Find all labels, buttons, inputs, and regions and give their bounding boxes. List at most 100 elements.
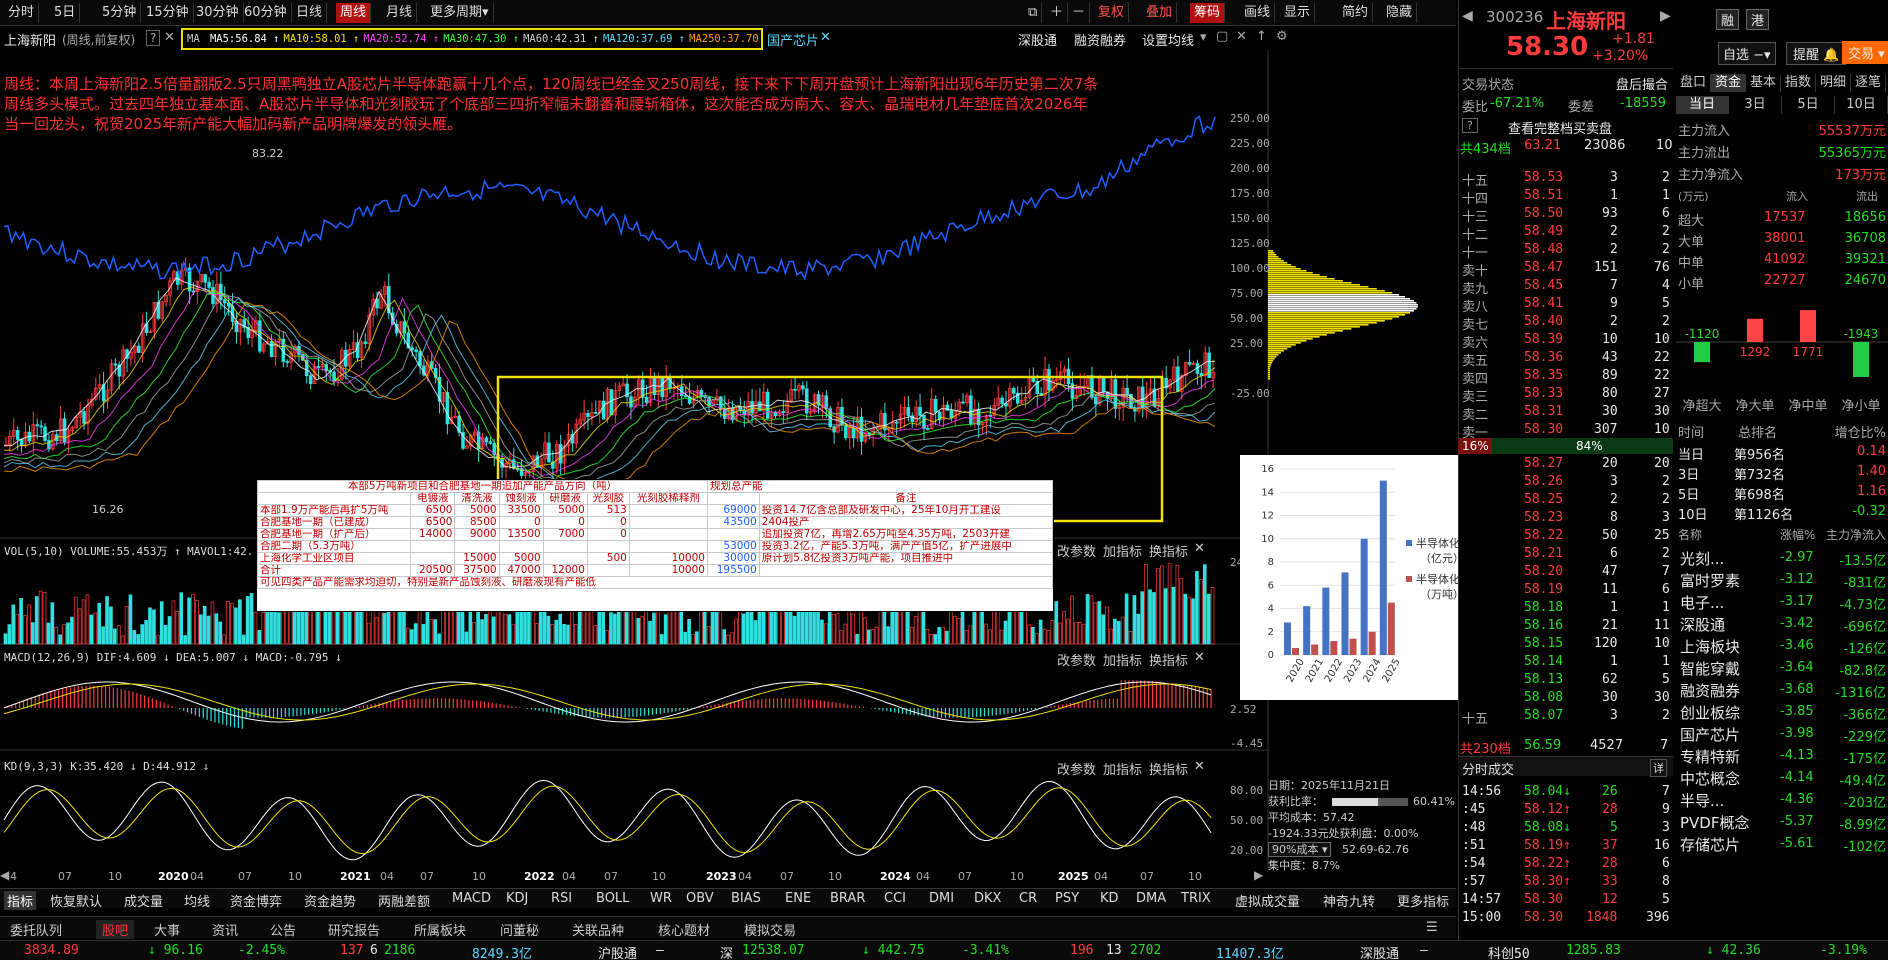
fuquan-button[interactable]: 复权 (1094, 3, 1130, 23)
info-tab[interactable]: 资讯 (212, 920, 238, 939)
sector-row[interactable]: 上海板块 -3.46 -126亿 (1676, 634, 1888, 657)
orderbook-row[interactable]: 卖六 58.39 10 10 (1458, 332, 1673, 351)
info-tab[interactable]: 委托队列 (10, 920, 62, 939)
orderbook-row[interactable]: 58.27 20 20 (1458, 456, 1673, 474)
indicator-tab[interactable]: 成交量 (124, 891, 163, 910)
orderbook-row[interactable]: 58.21 6 2 (1458, 546, 1673, 564)
ma-settings-button[interactable]: 设置均线 (1142, 30, 1194, 49)
indicator-tab[interactable]: BRAR (830, 891, 865, 906)
indicator-tab[interactable]: DKX (974, 891, 1001, 906)
kline-chart[interactable]: 83.22 16.26 (0, 50, 1456, 888)
indicator-tab[interactable]: OBV (686, 891, 714, 906)
indicator-tab[interactable]: KDJ (506, 891, 528, 906)
sector-row[interactable]: 富时罗素 -3.12 -831亿 (1676, 568, 1888, 591)
orderbook-row[interactable]: 卖二 58.31 30 30 (1458, 404, 1673, 423)
sector-row[interactable]: 存储芯片 -5.61 -102亿 (1676, 832, 1888, 855)
sector-row[interactable]: PVDF概念 -5.37 -8.99亿 (1676, 810, 1888, 833)
kd-switch-indicator[interactable]: 换指标 (1149, 759, 1188, 778)
info-tab[interactable]: 大事 (154, 920, 180, 939)
flow-tab[interactable]: 盘口 (1676, 74, 1711, 92)
indicator-tab[interactable]: KD (1100, 891, 1119, 906)
indicator-tab[interactable]: 虚拟成交量 (1235, 891, 1300, 910)
indicator-tab[interactable]: 指标 (4, 891, 37, 910)
indicator-tab[interactable]: WR (650, 891, 672, 906)
hk-connect-button[interactable]: 深股通 (1018, 30, 1057, 49)
macd-switch-indicator[interactable]: 换指标 (1149, 650, 1188, 669)
tag-chip[interactable]: 国产芯片 (767, 30, 819, 49)
orderbook-row[interactable]: 卖四 58.35 89 22 (1458, 368, 1673, 387)
display-button[interactable]: 显示 (1280, 3, 1316, 23)
sector-row[interactable]: 专精特新 -4.13 -175亿 (1676, 744, 1888, 767)
next-stock-icon[interactable]: ▶ (1660, 8, 1671, 24)
overlay-button[interactable]: 叠加 (1142, 3, 1178, 23)
flow-tab[interactable]: 基本 (1746, 74, 1781, 92)
kd-edit-params[interactable]: 改参数 (1057, 759, 1096, 778)
indicator-tab[interactable]: PSY (1055, 891, 1079, 906)
period-daily[interactable]: 日线 (292, 3, 328, 23)
info-tab[interactable]: 所属板块 (414, 920, 466, 939)
orderbook-row[interactable]: 58.22 50 25 (1458, 528, 1673, 546)
indicator-tab[interactable]: MACD (452, 891, 491, 906)
info-tab[interactable]: 研究报告 (328, 920, 380, 939)
period-more[interactable]: 更多周期▾ (426, 3, 494, 23)
info-tab[interactable]: 模拟交易 (744, 920, 796, 939)
chips-button[interactable]: 筹码 (1190, 3, 1226, 23)
tag-close-icon[interactable]: ✕ (820, 30, 831, 45)
indicator-tab[interactable]: ENE (785, 891, 811, 906)
period-weekly[interactable]: 周线 (336, 3, 372, 23)
indicator-tab[interactable]: BIAS (731, 891, 761, 906)
orderbook-row[interactable]: 十二 58.49 2 2 (1458, 224, 1673, 243)
trade-button[interactable]: 交易 ▾ (1842, 41, 1888, 64)
period-60min[interactable]: 60分钟 (240, 3, 292, 23)
info-tab[interactable]: 股吧 (96, 920, 135, 939)
hide-button[interactable]: 隐藏 (1382, 3, 1418, 23)
indicator-tab[interactable]: RSI (551, 891, 572, 906)
close-icon[interactable]: ✕ (164, 30, 175, 45)
flow-period-tab[interactable]: 10日 (1835, 96, 1888, 114)
orderbook-row[interactable]: 卖七 58.40 2 2 (1458, 314, 1673, 333)
sector-row[interactable]: 电子... -3.17 -4.73亿 (1676, 590, 1888, 613)
indicator-tab[interactable]: CCI (884, 891, 906, 906)
flow-tab[interactable]: 逐笔 (1851, 74, 1886, 92)
info-tab[interactable]: 核心题材 (658, 920, 710, 939)
macd-add-indicator[interactable]: 加指标 (1103, 650, 1142, 669)
info-tab[interactable]: 问董秘 (500, 920, 539, 939)
orderbook-row[interactable]: 卖三 58.33 80 27 (1458, 386, 1673, 405)
indicator-tab[interactable]: 更多指标 (1397, 891, 1449, 910)
simple-button[interactable]: 简约 (1338, 3, 1374, 23)
period-30min[interactable]: 30分钟 (192, 3, 244, 23)
period-5min[interactable]: 5分钟 (98, 3, 142, 23)
prev-stock-icon[interactable]: ◀ (1462, 8, 1473, 24)
vol-switch-indicator[interactable]: 换指标 (1149, 541, 1188, 560)
up-arrow-icon[interactable]: ↑ (1256, 29, 1267, 44)
indicator-tab[interactable]: 资金趋势 (304, 891, 356, 910)
draw-line-button[interactable]: 画线 (1240, 3, 1276, 23)
chip-range-select[interactable]: 90%成本 ▾ (1268, 842, 1332, 857)
vol-edit-params[interactable]: 改参数 (1057, 541, 1096, 560)
indicator-tab[interactable]: CR (1019, 891, 1037, 906)
sector-row[interactable]: 中芯概念 -4.14 -49.4亿 (1676, 766, 1888, 789)
flow-period-tab[interactable]: 当日 (1676, 96, 1729, 114)
period-15min[interactable]: 15分钟 (142, 3, 194, 23)
flow-tab[interactable]: 明细 (1816, 74, 1851, 92)
orderbook-row[interactable]: 58.13 62 5 (1458, 672, 1673, 690)
orderbook-row[interactable]: 卖十 58.47 151 76 (1458, 260, 1673, 279)
orderbook-row[interactable]: 卖八 58.41 9 5 (1458, 296, 1673, 315)
indicator-tab[interactable]: BOLL (596, 891, 629, 906)
indicator-tab[interactable]: 神奇九转 (1323, 891, 1375, 910)
zoom-in-icon[interactable]: ＋ (1046, 3, 1069, 23)
period-intraday[interactable]: 分时 (4, 3, 40, 23)
sector-row[interactable]: 光刻... -2.97 -13.5亿 (1676, 546, 1888, 569)
scroll-right-icon[interactable]: ▶ (1254, 868, 1263, 882)
help-icon[interactable]: ? (146, 30, 161, 46)
sector-row[interactable]: 深股通 -3.42 -696亿 (1676, 612, 1888, 635)
scroll-left-icon[interactable]: ◀ (0, 868, 9, 882)
close-icon[interactable]: ✕ (1194, 650, 1205, 665)
indicator-tab[interactable]: 两融差额 (378, 891, 430, 910)
sector-row[interactable]: 创业板综 -3.85 -366亿 (1676, 700, 1888, 723)
period-5day[interactable]: 5日 (50, 3, 81, 23)
orderbook-row[interactable]: 58.26 3 2 (1458, 474, 1673, 492)
orderbook-row[interactable]: 卖五 58.36 43 22 (1458, 350, 1673, 369)
full-book-link[interactable]: 查看完整档买卖盘 (1508, 118, 1612, 137)
orderbook-row[interactable]: 58.20 47 7 (1458, 564, 1673, 582)
